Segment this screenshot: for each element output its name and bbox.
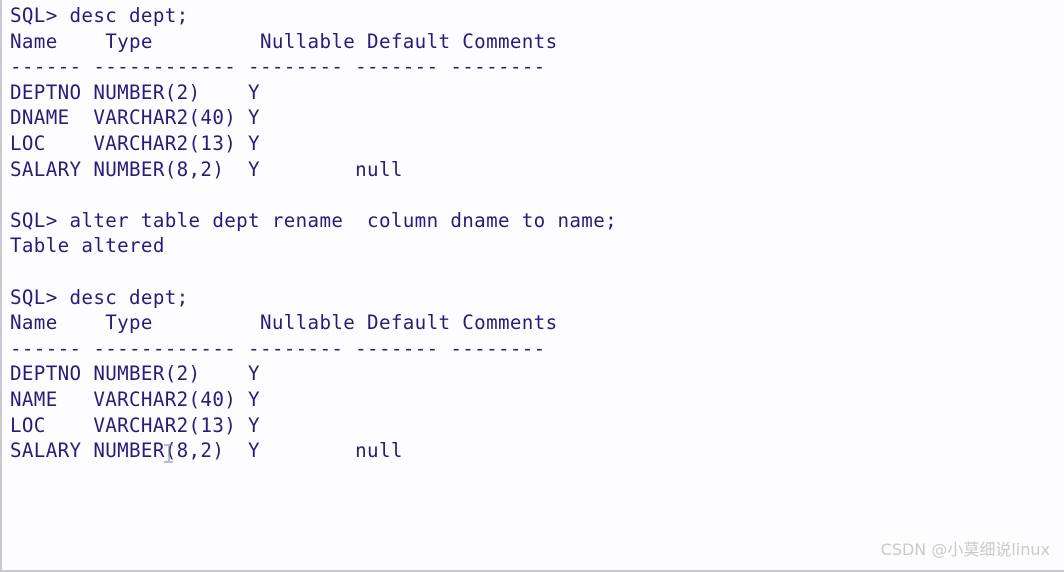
sql-console-window[interactable]: SQL> desc dept; Name Type Nullable Defau…	[0, 0, 1064, 572]
csdn-watermark: CSDN @小莫细说linux	[880, 540, 1050, 559]
console-output-text[interactable]: SQL> desc dept; Name Type Nullable Defau…	[10, 3, 617, 464]
